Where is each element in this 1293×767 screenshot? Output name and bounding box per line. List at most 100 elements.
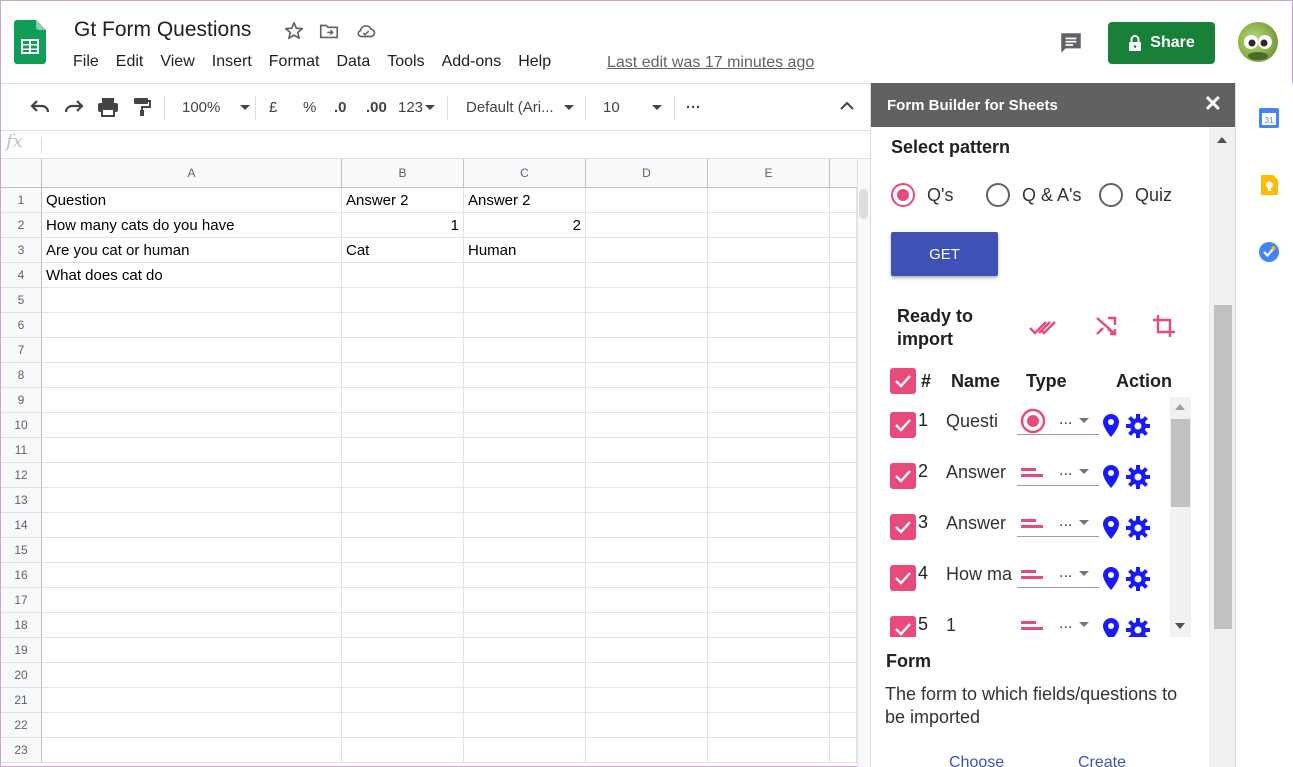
font-select[interactable]: Default (Ari... bbox=[466, 84, 574, 130]
cell-a5[interactable] bbox=[42, 288, 342, 313]
cell-a18[interactable] bbox=[42, 613, 342, 638]
cell-f11[interactable] bbox=[830, 438, 857, 463]
cell-b19[interactable] bbox=[342, 638, 464, 663]
cell-e5[interactable] bbox=[708, 288, 830, 313]
cell-f21[interactable] bbox=[830, 688, 857, 713]
cell-d19[interactable] bbox=[586, 638, 708, 663]
cell-c13[interactable] bbox=[464, 488, 586, 513]
cell-c21[interactable] bbox=[464, 688, 586, 713]
cell-b6[interactable] bbox=[342, 313, 464, 338]
cell-e15[interactable] bbox=[708, 538, 830, 563]
menu-view[interactable]: View bbox=[160, 53, 202, 71]
row-header[interactable]: 18 bbox=[1, 613, 42, 638]
cell-f20[interactable] bbox=[830, 663, 857, 688]
column-header-e[interactable]: E bbox=[708, 159, 830, 188]
cell-a21[interactable] bbox=[42, 688, 342, 713]
cell-d14[interactable] bbox=[586, 513, 708, 538]
cell-d20[interactable] bbox=[586, 663, 708, 688]
panel-scroll-thumb[interactable] bbox=[1214, 305, 1232, 629]
location-pin-icon[interactable] bbox=[1101, 566, 1121, 597]
select-all-checkbox[interactable] bbox=[890, 368, 916, 394]
cell-d16[interactable] bbox=[586, 563, 708, 588]
cell-b16[interactable] bbox=[342, 563, 464, 588]
more-tools-button[interactable]: ··· bbox=[686, 84, 701, 130]
cell-b15[interactable] bbox=[342, 538, 464, 563]
cell-b3[interactable]: Cat bbox=[342, 238, 464, 263]
menu-format[interactable]: Format bbox=[269, 53, 328, 71]
cell-b8[interactable] bbox=[342, 363, 464, 388]
collapse-toolbar-icon[interactable] bbox=[839, 101, 855, 111]
cell-f15[interactable] bbox=[830, 538, 857, 563]
menu-add-ons[interactable]: Add-ons bbox=[442, 53, 510, 71]
cell-e3[interactable] bbox=[708, 238, 830, 263]
last-edit-link[interactable]: Last edit was 17 minutes ago bbox=[607, 54, 814, 72]
cell-f5[interactable] bbox=[830, 288, 857, 313]
row-header[interactable]: 8 bbox=[1, 363, 42, 388]
cell-f16[interactable] bbox=[830, 563, 857, 588]
tasks-icon[interactable] bbox=[1258, 241, 1280, 263]
cell-a7[interactable] bbox=[42, 338, 342, 363]
create-form-button[interactable]: Create bbox=[1078, 754, 1126, 767]
cell-a14[interactable] bbox=[42, 513, 342, 538]
cell-a8[interactable] bbox=[42, 363, 342, 388]
select-all-done-icon[interactable] bbox=[1028, 317, 1058, 337]
cell-b4[interactable] bbox=[342, 263, 464, 288]
settings-gear-icon[interactable] bbox=[1125, 566, 1151, 597]
settings-gear-icon[interactable] bbox=[1125, 515, 1151, 546]
cell-c9[interactable] bbox=[464, 388, 586, 413]
row-header[interactable]: 11 bbox=[1, 438, 42, 463]
cell-d15[interactable] bbox=[586, 538, 708, 563]
cell-a3[interactable]: Are you cat or human bbox=[42, 238, 342, 263]
row-header[interactable]: 1 bbox=[1, 188, 42, 213]
row-header[interactable]: 4 bbox=[1, 263, 42, 288]
cell-d11[interactable] bbox=[586, 438, 708, 463]
item-checkbox[interactable] bbox=[890, 412, 916, 438]
cell-c10[interactable] bbox=[464, 413, 586, 438]
radio-unselected-icon[interactable] bbox=[1099, 183, 1123, 207]
scroll-down-arrow-icon[interactable] bbox=[1175, 623, 1185, 629]
cell-e20[interactable] bbox=[708, 663, 830, 688]
crop-icon[interactable] bbox=[1152, 314, 1176, 338]
location-pin-icon[interactable] bbox=[1101, 515, 1121, 546]
item-type-select[interactable]: ... bbox=[1017, 560, 1099, 588]
pattern-option-quiz[interactable]: Quiz bbox=[1099, 183, 1172, 207]
location-pin-icon[interactable] bbox=[1101, 464, 1121, 495]
cell-e19[interactable] bbox=[708, 638, 830, 663]
item-checkbox[interactable] bbox=[890, 463, 916, 489]
pattern-option-q-and-as[interactable]: Q & A's bbox=[986, 183, 1081, 207]
cell-f8[interactable] bbox=[830, 363, 857, 388]
format-currency-button[interactable]: £ bbox=[269, 84, 277, 130]
cell-e13[interactable] bbox=[708, 488, 830, 513]
row-header[interactable]: 10 bbox=[1, 413, 42, 438]
cell-c6[interactable] bbox=[464, 313, 586, 338]
import-list-scroll-thumb[interactable] bbox=[1171, 419, 1190, 507]
row-header[interactable]: 23 bbox=[1, 738, 42, 763]
cell-d22[interactable] bbox=[586, 713, 708, 738]
cell-c5[interactable] bbox=[464, 288, 586, 313]
cell-d4[interactable] bbox=[586, 263, 708, 288]
grid-scrollbar[interactable] bbox=[857, 159, 870, 767]
choose-form-button[interactable]: Choose bbox=[949, 754, 1004, 767]
cell-b10[interactable] bbox=[342, 413, 464, 438]
cell-c17[interactable] bbox=[464, 588, 586, 613]
menu-insert[interactable]: Insert bbox=[212, 53, 260, 71]
row-header[interactable]: 9 bbox=[1, 388, 42, 413]
cell-d5[interactable] bbox=[586, 288, 708, 313]
avatar[interactable] bbox=[1238, 22, 1278, 62]
close-icon[interactable]: ✕ bbox=[1204, 93, 1222, 115]
cell-c11[interactable] bbox=[464, 438, 586, 463]
calendar-icon[interactable]: 31 bbox=[1258, 107, 1280, 129]
cell-f9[interactable] bbox=[830, 388, 857, 413]
row-header[interactable]: 7 bbox=[1, 338, 42, 363]
cell-c12[interactable] bbox=[464, 463, 586, 488]
cell-b11[interactable] bbox=[342, 438, 464, 463]
cell-a10[interactable] bbox=[42, 413, 342, 438]
cell-e21[interactable] bbox=[708, 688, 830, 713]
cell-b5[interactable] bbox=[342, 288, 464, 313]
cell-f3[interactable] bbox=[830, 238, 857, 263]
row-header[interactable]: 20 bbox=[1, 663, 42, 688]
settings-gear-icon[interactable] bbox=[1125, 413, 1151, 444]
cell-c8[interactable] bbox=[464, 363, 586, 388]
increase-decimal-button[interactable]: .00 bbox=[366, 84, 387, 130]
cell-c4[interactable] bbox=[464, 263, 586, 288]
